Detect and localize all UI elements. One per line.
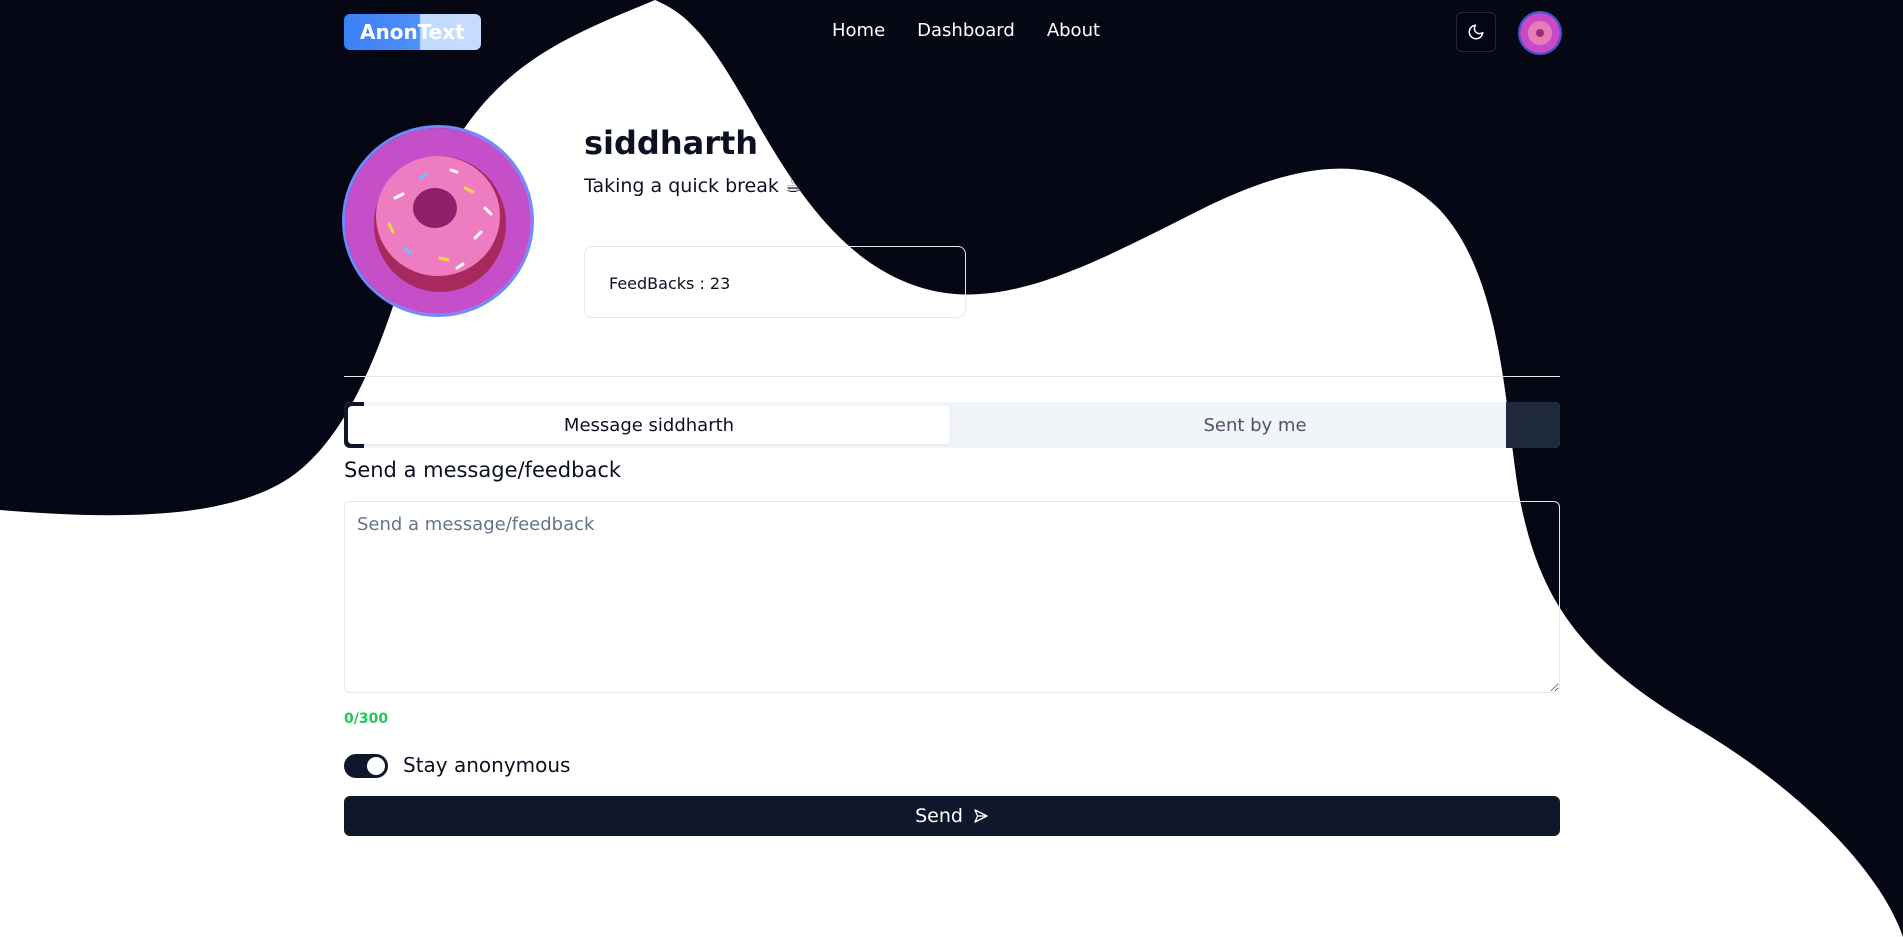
nav-link-home[interactable]: Home <box>832 20 885 41</box>
tab-sent-by-me[interactable]: Sent by me <box>954 406 1556 444</box>
user-avatar-button[interactable] <box>1518 11 1562 55</box>
section-divider <box>344 376 1560 377</box>
feedbacks-count: FeedBacks : 23 <box>609 274 731 293</box>
nav-link-about[interactable]: About <box>1047 20 1100 41</box>
message-textarea[interactable] <box>344 501 1560 693</box>
moon-icon <box>1468 24 1484 40</box>
anonymous-toggle-label: Stay anonymous <box>403 753 571 777</box>
message-tabs: Message siddharth Sent by me <box>344 402 1560 448</box>
profile-avatar <box>342 125 534 317</box>
toggle-knob <box>367 757 385 775</box>
feedbacks-card: FeedBacks : 23 <box>584 246 966 318</box>
profile-status: Taking a quick break ☕ <box>584 175 802 197</box>
nav-links: Home Dashboard About <box>832 20 1100 41</box>
theme-toggle-button[interactable] <box>1456 12 1496 52</box>
app-logo[interactable]: AnonText <box>344 14 481 50</box>
anonymous-toggle[interactable] <box>344 754 388 778</box>
donut-avatar-image <box>345 128 531 314</box>
navbar: AnonText Home Dashboard About <box>0 0 1903 64</box>
tab-message-user[interactable]: Message siddharth <box>348 406 950 444</box>
form-title: Send a message/feedback <box>344 458 622 482</box>
send-button[interactable]: Send <box>344 796 1560 836</box>
donut-avatar-icon <box>1520 13 1560 53</box>
nav-link-dashboard[interactable]: Dashboard <box>917 20 1015 41</box>
character-counter: 0/300 <box>344 711 389 727</box>
send-label: Send <box>915 805 963 827</box>
profile-username: siddharth <box>584 124 759 162</box>
send-arrow-icon <box>974 809 988 823</box>
